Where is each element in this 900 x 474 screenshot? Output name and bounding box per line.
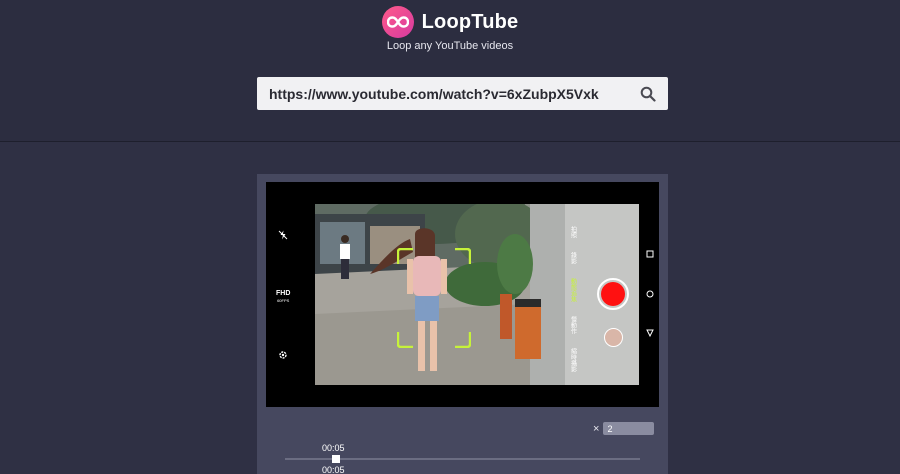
slider-handle[interactable] — [332, 455, 340, 463]
infinity-logo-icon — [381, 6, 414, 38]
video-frame-art — [315, 204, 639, 385]
app-title: LoopTube — [421, 10, 519, 33]
resolution-indicator: FHD 60FPS — [276, 290, 290, 304]
nav-back-icon — [646, 329, 654, 339]
loop-end-time: 00:05 — [322, 465, 345, 474]
brand[interactable]: LoopTube — [0, 6, 900, 38]
search-bar — [257, 77, 668, 110]
mode-item: 縮時攝影 — [569, 348, 576, 372]
search-button[interactable] — [628, 77, 668, 110]
flash-off-icon — [278, 230, 288, 242]
mode-item-active: 動態追焦 — [569, 278, 576, 302]
mode-item: 錄影 — [569, 252, 576, 264]
nav-square-icon — [646, 250, 654, 260]
player-card: FHD 60FPS 拍照 錄影 動態追焦 慢動作 縮時攝影 × 2 00:05 … — [257, 174, 668, 474]
camera-mode-menu: 拍照 錄影 動態追焦 慢動作 縮時攝影 — [567, 226, 579, 372]
video-player[interactable]: FHD 60FPS 拍照 錄影 動態追焦 慢動作 縮時攝影 — [266, 182, 659, 407]
mode-item: 拍照 — [569, 226, 576, 238]
tagline: Loop any YouTube videos — [386, 40, 514, 52]
settings-gear-icon — [278, 350, 288, 362]
search-icon — [640, 86, 656, 102]
video-scene: 拍照 錄影 動態追焦 慢動作 縮時攝影 — [315, 204, 639, 385]
nav-home-icon — [646, 290, 654, 300]
loop-count-control: × — [593, 422, 655, 435]
gallery-thumbnail-icon — [604, 328, 623, 347]
resolution-label: FHD — [276, 290, 291, 297]
loop-start-time: 00:05 — [322, 443, 345, 453]
loop-count-input[interactable] — [603, 422, 655, 435]
fps-label: 60FPS — [277, 298, 290, 303]
header: LoopTube Loop any YouTube videos — [0, 0, 900, 142]
focus-frame-icon — [397, 248, 471, 348]
url-input[interactable] — [257, 77, 628, 110]
times-icon: × — [593, 422, 600, 435]
record-button-icon — [597, 278, 629, 310]
mode-item: 慢動作 — [569, 316, 576, 334]
